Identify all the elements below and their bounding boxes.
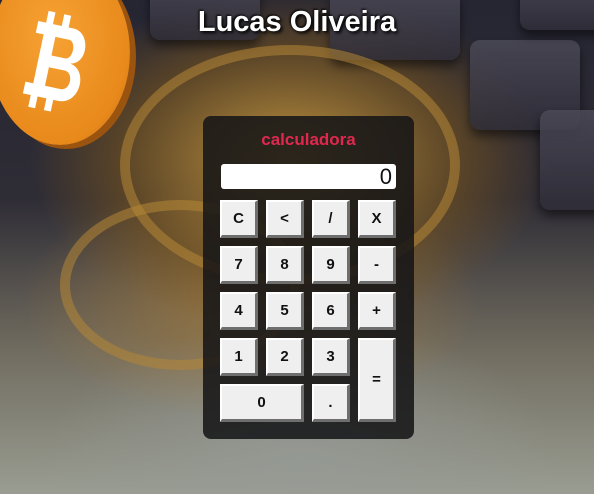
- calculator-panel: calculadora 0 C < / X 7 8 9 - 4 5 6 + 1 …: [203, 116, 414, 439]
- digit-9-button[interactable]: 9: [312, 246, 350, 284]
- clear-button[interactable]: C: [220, 200, 258, 238]
- backspace-button[interactable]: <: [266, 200, 304, 238]
- digit-3-button[interactable]: 3: [312, 338, 350, 376]
- digit-4-button[interactable]: 4: [220, 292, 258, 330]
- page-title: Lucas Oliveira: [197, 6, 397, 38]
- digit-0-button[interactable]: 0: [220, 384, 304, 422]
- digit-7-button[interactable]: 7: [220, 246, 258, 284]
- digit-5-button[interactable]: 5: [266, 292, 304, 330]
- plus-button[interactable]: +: [358, 292, 396, 330]
- decimal-button[interactable]: .: [312, 384, 350, 422]
- digit-1-button[interactable]: 1: [220, 338, 258, 376]
- equals-button[interactable]: =: [358, 338, 396, 422]
- calculator-display[interactable]: 0: [221, 164, 396, 189]
- divide-button[interactable]: /: [312, 200, 350, 238]
- digit-8-button[interactable]: 8: [266, 246, 304, 284]
- calculator-title: calculadora: [261, 130, 356, 149]
- keyboard-key-decoration: [540, 110, 594, 210]
- multiply-button[interactable]: X: [358, 200, 396, 238]
- digit-2-button[interactable]: 2: [266, 338, 304, 376]
- digit-6-button[interactable]: 6: [312, 292, 350, 330]
- minus-button[interactable]: -: [358, 246, 396, 284]
